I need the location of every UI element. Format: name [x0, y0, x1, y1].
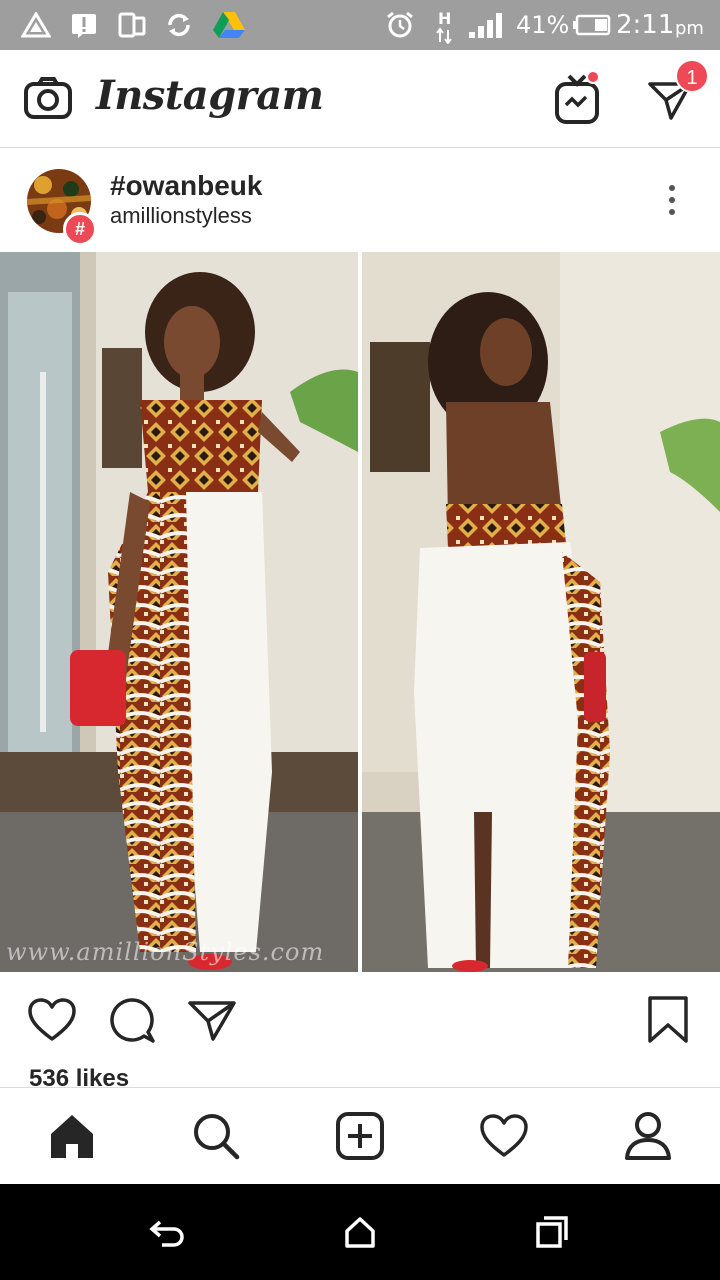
recents-icon[interactable]: [530, 1210, 574, 1254]
alert-icon: [68, 8, 100, 42]
photo-watermark: www.amillionStyles.com: [6, 938, 325, 966]
igtv-new-dot: [586, 70, 600, 84]
back-icon[interactable]: [146, 1210, 190, 1254]
battery-icon: [572, 8, 612, 42]
post-actions: 536 likes: [0, 972, 720, 1092]
activity-heart-icon[interactable]: [476, 1108, 532, 1164]
profile-icon[interactable]: [620, 1108, 676, 1164]
data-arrows-icon: [434, 14, 454, 48]
clock-ampm: pm: [675, 18, 704, 39]
camera-icon[interactable]: [22, 72, 74, 124]
instagram-logo: Instagram: [96, 72, 324, 119]
app-header: Instagram 1: [0, 50, 720, 148]
triangle-icon: [20, 8, 52, 42]
post-header: # #owanbeuk amillionstyless: [0, 150, 720, 252]
home-icon[interactable]: [44, 1108, 100, 1164]
sync-icon: [162, 8, 196, 42]
hashtag-badge: #: [63, 212, 97, 246]
add-post-icon[interactable]: [332, 1108, 388, 1164]
android-nav-bar: [0, 1184, 720, 1280]
share-icon[interactable]: [186, 994, 238, 1046]
search-icon[interactable]: [188, 1108, 244, 1164]
comment-icon[interactable]: [106, 994, 158, 1046]
heart-icon[interactable]: [26, 994, 78, 1046]
bottom-nav: [0, 1087, 720, 1184]
drive-icon: [210, 8, 248, 42]
post-photo[interactable]: [0, 252, 720, 972]
bookmark-icon[interactable]: [642, 994, 694, 1046]
post-username[interactable]: amillionstyless: [110, 203, 252, 229]
notification-badge: 1: [675, 59, 709, 93]
clock-time: 2:11: [616, 10, 675, 40]
signal-bars-icon: [466, 8, 510, 42]
status-bar: H 41% 2:11 pm: [0, 0, 720, 50]
more-options-icon[interactable]: [656, 178, 688, 222]
phone-icon: [116, 8, 148, 42]
alarm-icon: [384, 8, 416, 42]
post-hashtag-title[interactable]: #owanbeuk: [110, 170, 262, 202]
battery-percent: 41%: [516, 11, 570, 39]
home-nav-icon[interactable]: [338, 1210, 382, 1254]
